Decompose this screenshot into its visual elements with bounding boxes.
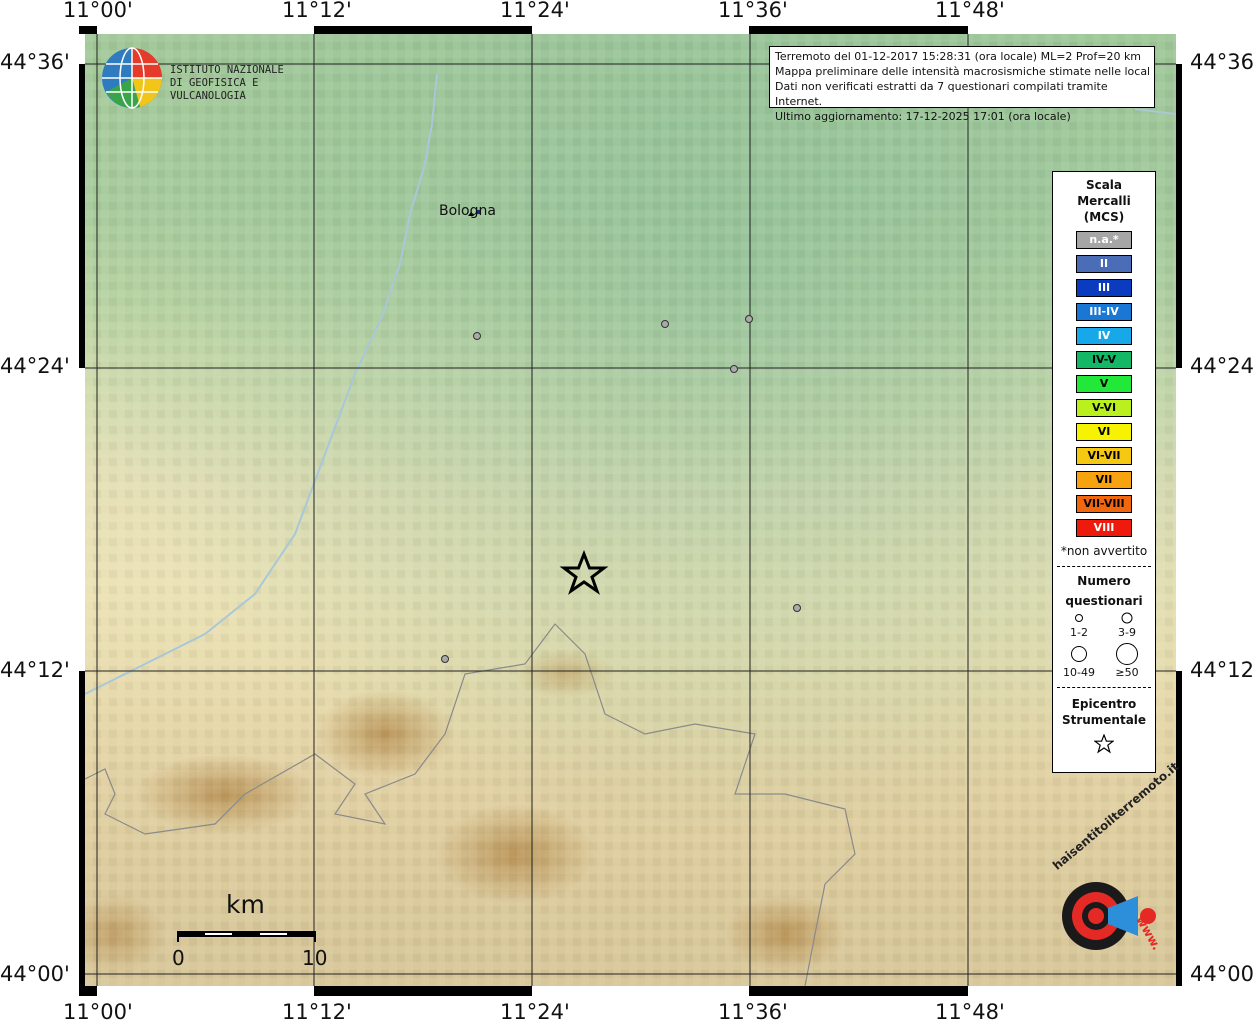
epicenter-title: Epicentro [1071, 697, 1137, 711]
intensity-swatch: VII-VIII [1076, 495, 1132, 513]
questionnaire-point [661, 320, 669, 328]
questionnaire-point [473, 332, 481, 340]
info-line: Terremoto del 01-12-2017 15:28:31 (ora l… [775, 50, 1142, 63]
ingv-name-line2: DI GEOFISICA E VULCANOLOGIA [170, 77, 259, 102]
lat-label: 44°12' [1190, 658, 1256, 682]
intensity-swatch: III-IV [1076, 303, 1132, 321]
legend-title: Scala Mercalli (MCS) [1053, 177, 1155, 225]
frame-block [968, 986, 1182, 996]
legend-title-line: (MCS) [1083, 210, 1125, 224]
frame-block [97, 986, 314, 996]
frame-block [532, 986, 749, 996]
lat-label: 44°36' [1190, 50, 1256, 74]
lon-label: 11°48' [935, 1000, 1005, 1024]
intensity-scale: n.a.* II III III-IV IV IV-V V V-VI VI VI-VII VII VI… [1053, 231, 1155, 537]
frame-block [968, 26, 1182, 34]
not-felt-note: *non avvertito [1060, 544, 1148, 558]
count-title: questionari [1065, 594, 1143, 608]
count-title: Numero [1077, 574, 1131, 588]
lon-label: 11°36' [718, 0, 788, 22]
ingv-name-line1: ISTITUTO NAZIONALE [170, 64, 284, 76]
lon-label: 11°12' [282, 0, 352, 22]
map-area[interactable]: Bologna [85, 34, 1176, 986]
lat-label: 44°00' [1190, 962, 1256, 986]
intensity-swatch: VI-VII [1076, 447, 1132, 465]
lon-label: 11°12' [282, 1000, 352, 1024]
divider [1057, 566, 1151, 567]
count-symbols: 1-2 3-9 10-49 ≥50 [1053, 611, 1155, 681]
count-label: 3-9 [1118, 626, 1136, 639]
lon-label: 11°48' [935, 0, 1005, 22]
info-box: Terremoto del 01-12-2017 15:28:31 (ora l… [769, 46, 1155, 123]
count-label: ≥50 [1115, 666, 1139, 679]
ingv-logo: ISTITUTO NAZIONALE DI GEOFISICA E VULCAN… [100, 46, 330, 112]
legend-title-line: Scala [1085, 178, 1123, 192]
lat-label: 44°24' [0, 354, 70, 378]
intensity-swatch: n.a.* [1076, 231, 1132, 249]
info-line: Dati non verificati estratti da 7 questi… [775, 80, 1108, 108]
scale-start: 0 [172, 946, 185, 970]
star-icon [1093, 733, 1115, 754]
info-line: Mappa preliminare delle intensità macros… [775, 65, 1149, 78]
legend-title-line: Mercalli [1077, 194, 1131, 208]
scale-bar: km 0 10 [170, 890, 330, 970]
intensity-swatch: VII [1076, 471, 1132, 489]
lat-label: 44°24' [1190, 354, 1256, 378]
lat-label: 44°12' [0, 658, 70, 682]
intensity-swatch: V [1076, 375, 1132, 393]
lat-label: 44°00' [0, 962, 70, 986]
legend: Scala Mercalli (MCS) n.a.* II III III-IV IV I… [1052, 171, 1156, 773]
haisentito-logo: haisentitoilterremoto.it www. [1032, 759, 1181, 980]
count-label: 1-2 [1070, 626, 1088, 639]
intensity-swatch: II [1076, 255, 1132, 273]
questionnaire-point [745, 315, 753, 323]
scale-unit: km [226, 890, 265, 919]
city-label: Bologna [439, 203, 496, 219]
questionnaire-point [793, 604, 801, 612]
intensity-swatch: V-VI [1076, 399, 1132, 417]
count-label: 10-49 [1063, 666, 1095, 679]
scale-end: 10 [302, 946, 328, 970]
info-line: Ultimo aggiornamento: 17-12-2025 17:01 (… [775, 110, 1071, 123]
globe-icon [102, 47, 163, 109]
epicenter-title: Strumentale [1061, 713, 1147, 727]
questionnaire-point [441, 655, 449, 663]
intensity-swatch: VI [1076, 423, 1132, 441]
lon-label: 11°00' [63, 1000, 133, 1024]
lon-label: 11°00' [63, 0, 133, 22]
questionnaire-point [730, 365, 738, 373]
intensity-swatch: III [1076, 279, 1132, 297]
frame-block [532, 26, 749, 34]
frame-block [1176, 368, 1182, 671]
divider [1057, 687, 1151, 688]
frame-block [1176, 34, 1182, 64]
lon-label: 11°36' [718, 1000, 788, 1024]
lat-label: 44°36' [0, 50, 70, 74]
intensity-swatch: VIII [1076, 519, 1132, 537]
intensity-swatch: IV [1076, 327, 1132, 345]
lon-label: 11°24' [500, 0, 570, 22]
terrain-layer [85, 34, 1176, 986]
lon-label: 11°24' [500, 1000, 570, 1024]
intensity-swatch: IV-V [1076, 351, 1132, 369]
frame-block [97, 26, 314, 34]
